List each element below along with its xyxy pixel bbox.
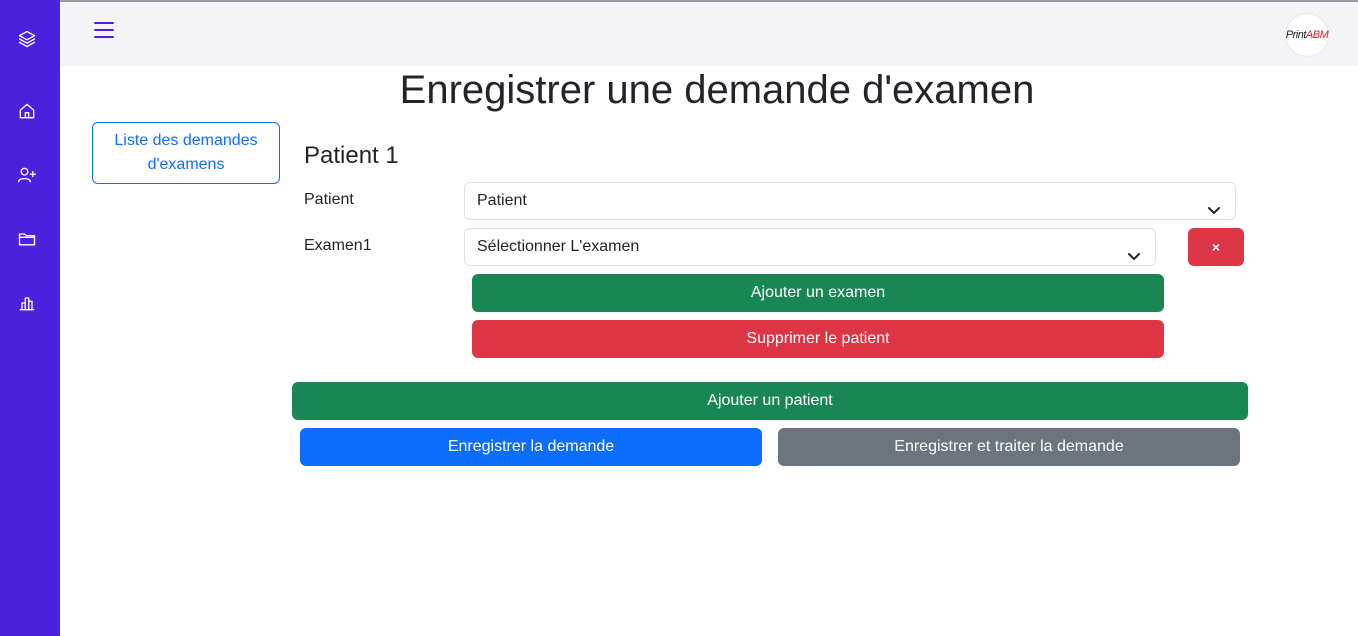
remove-exam-button[interactable]: ×	[1188, 228, 1244, 266]
exam-select[interactable]: Sélectionner L'examen	[464, 228, 1156, 266]
chevron-down-icon	[1127, 241, 1141, 260]
bar-chart-icon[interactable]	[16, 292, 38, 314]
top-bar: Print ABM	[60, 0, 1358, 66]
folder-icon[interactable]	[16, 228, 38, 250]
layers-icon[interactable]	[16, 28, 38, 50]
patient-select-value: Patient	[477, 192, 527, 209]
add-patient-button[interactable]: Ajouter un patient	[292, 382, 1248, 420]
user-plus-icon[interactable]	[16, 164, 38, 186]
exam-select-value: Sélectionner L'examen	[477, 238, 640, 255]
save-and-process-button[interactable]: Enregistrer et traiter la demande	[778, 428, 1240, 466]
patient-select[interactable]: Patient	[464, 182, 1236, 220]
patient-label: Patient	[304, 191, 354, 208]
menu-toggle-icon[interactable]	[94, 22, 114, 40]
page-title: Enregistrer une demande d'examen	[399, 68, 1035, 112]
home-icon[interactable]	[16, 100, 38, 122]
brand-logo: Print ABM	[1285, 14, 1329, 56]
exam-requests-list-button[interactable]: Liste des demandes d'examens	[92, 122, 280, 184]
logo-text-abm: ABM	[1305, 29, 1329, 41]
logo-text-print: Print	[1285, 29, 1307, 41]
save-request-button[interactable]: Enregistrer la demande	[300, 428, 762, 466]
add-exam-button[interactable]: Ajouter un examen	[472, 274, 1164, 312]
chevron-down-icon	[1207, 195, 1221, 214]
exam-label: Examen1	[304, 237, 372, 254]
sidebar	[0, 0, 60, 636]
delete-patient-button[interactable]: Supprimer le patient	[472, 320, 1164, 358]
patient-heading: Patient 1	[304, 142, 399, 169]
